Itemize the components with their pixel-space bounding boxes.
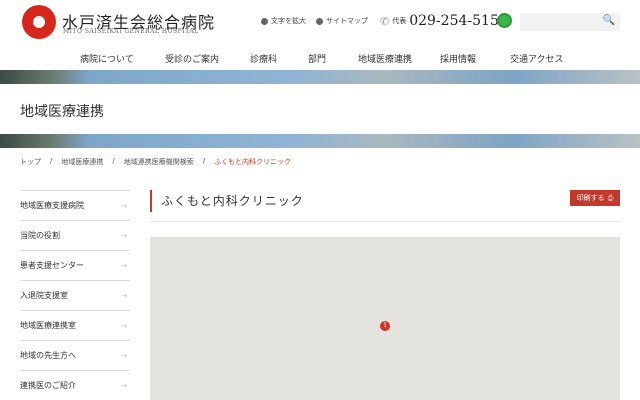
sidebar-item[interactable]: 地域医療連携室 → xyxy=(20,310,130,340)
sidebar-item[interactable]: 当院の役割 → xyxy=(20,220,130,250)
breadcrumb: トップ / 地域医療連携 / 地域連携医療機関検索 / ふくもと内科クリニック xyxy=(20,157,291,167)
sidebar-item[interactable]: 入退院支援室 → xyxy=(20,280,130,310)
sidebar-item[interactable]: 地域の先生方へ → xyxy=(20,340,130,370)
page-header: 地域医療連携 xyxy=(0,84,640,134)
hero-image-top xyxy=(0,70,640,84)
page-title: 地域医療連携 xyxy=(20,104,104,120)
circle-icon xyxy=(261,17,268,25)
arrow-icon: → xyxy=(121,291,127,300)
logo-subtitle: MITO SAISEIKAI GENERAL HOSPITAL xyxy=(63,28,199,35)
text-enlarge-link[interactable]: 文字を拡大 xyxy=(261,16,306,26)
breadcrumb-item[interactable]: 地域医療連携 xyxy=(61,157,103,167)
sidebar: 地域医療支援病院 → 当院の役割 → 患者支援センター → 入退院支援室 → 地域医療連… xyxy=(20,190,130,400)
breadcrumb-item[interactable]: 地域連携医療機関検索 xyxy=(124,157,194,167)
text-enlarge-label: 文字を拡大 xyxy=(271,17,306,25)
sidebar-item[interactable]: 連携医のご紹介 → xyxy=(20,370,130,400)
print-button[interactable]: 印刷する ⎙ xyxy=(570,190,620,206)
phone-value: 029-254-5151 xyxy=(409,13,508,29)
phone-label: 代表 xyxy=(392,17,407,25)
nav-item[interactable]: 病院について xyxy=(80,52,134,65)
arrow-icon: → xyxy=(121,231,127,240)
phone-number: ✆ 代表 029-254-5151 xyxy=(380,13,508,29)
hero-image-bottom xyxy=(0,134,640,148)
main-nav: 病院について 受診のご案内 診療科 部門 地域医療連携 採用情報 交通アクセス xyxy=(0,44,640,70)
sitemap-label: サイトマップ xyxy=(326,17,368,25)
sidebar-item[interactable]: 地域医療支援病院 → xyxy=(20,190,130,220)
arrow-icon: → xyxy=(121,381,127,390)
phone-icon: ✆ xyxy=(380,14,390,28)
sitemap-link[interactable]: サイトマップ xyxy=(316,16,368,26)
arrow-icon: → xyxy=(121,351,127,360)
nav-item[interactable]: 地域医療連携 xyxy=(358,52,412,65)
divider xyxy=(150,221,620,222)
map-pin-icon[interactable]: 1 xyxy=(380,321,390,331)
nav-item[interactable]: 部門 xyxy=(308,52,326,65)
search-icon[interactable]: 🔍 xyxy=(603,15,615,26)
print-label: 印刷する xyxy=(576,194,605,202)
clinic-title: ふくもと内科クリニック xyxy=(150,190,304,212)
breadcrumb-item[interactable]: トップ xyxy=(20,157,41,167)
nav-item[interactable]: 交通アクセス xyxy=(510,52,564,65)
arrow-icon: → xyxy=(121,261,127,270)
print-icon: ⎙ xyxy=(607,193,614,202)
nav-item[interactable]: 診療科 xyxy=(250,52,277,65)
arrow-icon: → xyxy=(121,201,127,210)
sidebar-item[interactable]: 患者支援センター → xyxy=(20,250,130,280)
breadcrumb-current: ふくもと内科クリニック xyxy=(214,158,291,166)
circle-icon xyxy=(316,17,323,25)
search-input[interactable]: 🔍 xyxy=(520,13,620,31)
nav-item[interactable]: 採用情報 xyxy=(440,52,476,65)
nav-item[interactable]: 受診のご案内 xyxy=(165,52,219,65)
map[interactable] xyxy=(150,237,620,400)
line-icon[interactable] xyxy=(497,13,512,28)
arrow-icon: → xyxy=(121,321,127,330)
hospital-logo-icon[interactable] xyxy=(22,5,56,39)
